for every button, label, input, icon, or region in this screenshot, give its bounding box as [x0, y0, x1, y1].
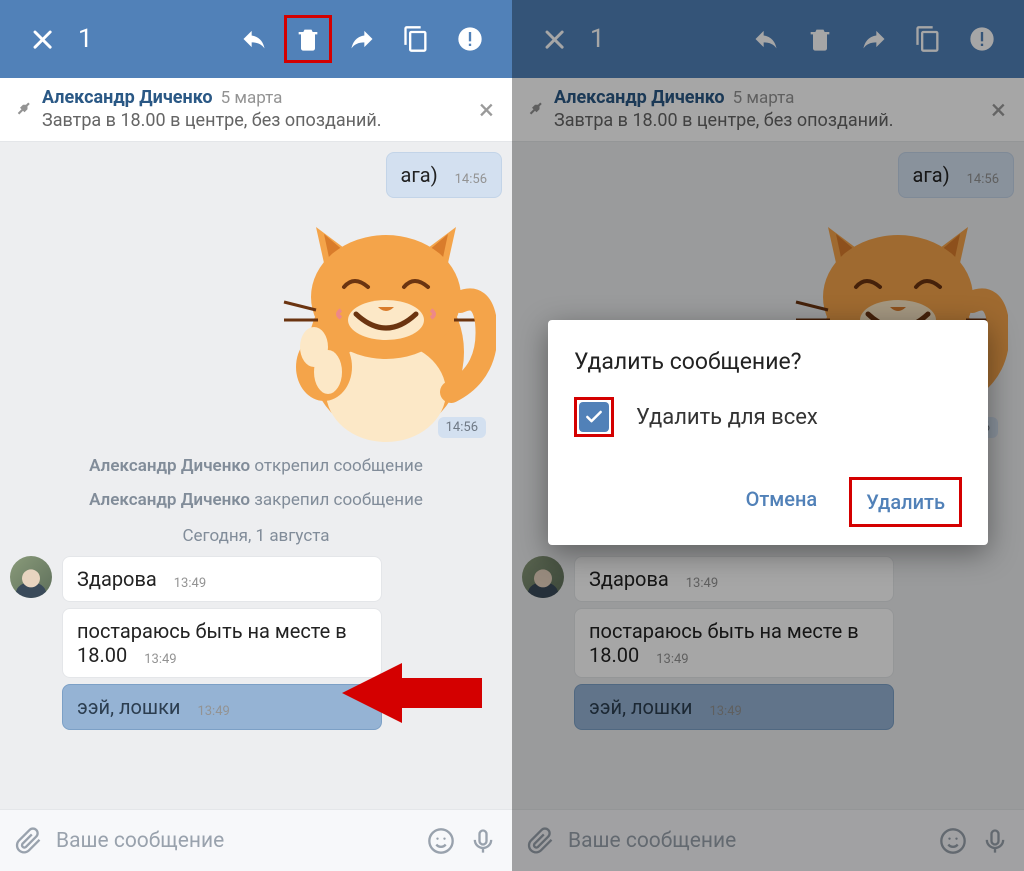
message-text: ээй, лошки — [77, 695, 180, 719]
sticker-time: 14:56 — [438, 417, 486, 438]
message-time: 13:49 — [197, 704, 229, 719]
pinned-author: Александр Диченко — [42, 87, 213, 108]
right-pane: 1 Александр Диченко 5 марта Завтра в 18.… — [512, 0, 1024, 871]
copy-button[interactable] — [392, 15, 440, 63]
cancel-button[interactable]: Отмена — [732, 477, 832, 527]
emoji-button[interactable] — [938, 826, 968, 856]
message-text: постараюсь быть на месте в 18.00 — [589, 619, 859, 667]
checkbox-label: Удалить для всех — [636, 405, 818, 430]
selection-toolbar: 1 — [0, 0, 512, 78]
message-input[interactable]: Ваше сообщение — [568, 829, 926, 853]
message-text: Здарова — [77, 567, 157, 591]
report-button[interactable] — [958, 15, 1006, 63]
emoji-button[interactable] — [426, 826, 456, 856]
message-composer: Ваше сообщение — [0, 809, 512, 871]
message-time: 13:49 — [656, 652, 688, 667]
message-in-selected[interactable]: ээй, лошки 13:49 — [574, 684, 894, 730]
pinned-text: Завтра в 18.00 в центре, без опозданий. — [42, 109, 465, 132]
sticker-message[interactable]: 14:56 — [10, 202, 502, 442]
message-time: 13:49 — [709, 704, 741, 719]
avatar[interactable] — [10, 556, 52, 598]
message-text: Здарова — [589, 567, 669, 591]
forward-button[interactable] — [338, 15, 386, 63]
message-time: 14:56 — [455, 172, 487, 187]
pinned-message[interactable]: Александр Диченко 5 марта Завтра в 18.00… — [512, 78, 1024, 142]
message-time: 13:49 — [686, 576, 718, 591]
unpin-button[interactable]: × — [987, 89, 1010, 130]
message-in[interactable]: постараюсь быть на месте в 18.00 13:49 — [62, 608, 382, 678]
message-time: 14:56 — [967, 172, 999, 187]
close-selection-button[interactable] — [18, 15, 66, 63]
message-text: постараюсь быть на месте в 18.00 — [77, 619, 347, 667]
close-selection-button[interactable] — [530, 15, 578, 63]
incoming-group: Здарова 13:49 постараюсь быть на месте в… — [522, 556, 1014, 730]
message-time: 13:49 — [144, 652, 176, 667]
confirm-delete-button[interactable]: Удалить — [849, 477, 962, 527]
message-in[interactable]: постараюсь быть на месте в 18.00 13:49 — [574, 608, 894, 678]
attach-button[interactable] — [526, 826, 556, 856]
message-composer: Ваше сообщение — [512, 809, 1024, 871]
message-time: 13:49 — [174, 576, 206, 591]
message-text: ага) — [401, 163, 438, 187]
attach-button[interactable] — [14, 826, 44, 856]
checkbox-highlight — [574, 397, 614, 437]
dialog-title: Удалить сообщение? — [574, 348, 962, 375]
pinned-text: Завтра в 18.00 в центре, без опозданий. — [554, 109, 977, 132]
copy-button[interactable] — [904, 15, 952, 63]
voice-button[interactable] — [980, 826, 1010, 856]
pinned-body: Александр Диченко 5 марта Завтра в 18.00… — [554, 86, 977, 133]
message-in[interactable]: Здарова 13:49 — [574, 556, 894, 602]
message-text: ага) — [913, 163, 950, 187]
selection-count: 1 — [78, 24, 93, 54]
forward-button[interactable] — [850, 15, 898, 63]
chat-area[interactable]: ага) 14:56 — [0, 142, 512, 809]
pin-icon — [526, 98, 544, 120]
message-out[interactable]: ага) 14:56 — [10, 152, 502, 198]
reply-button[interactable] — [230, 15, 278, 63]
confirm-delete-dialog: Удалить сообщение? Удалить для всех Отме… — [548, 320, 988, 545]
cat-sticker — [256, 202, 496, 442]
date-separator: Сегодня, 1 августа — [10, 526, 502, 546]
message-input[interactable]: Ваше сообщение — [56, 829, 414, 853]
unpin-button[interactable]: × — [475, 89, 498, 130]
selection-toolbar: 1 — [512, 0, 1024, 78]
pinned-date: 5 марта — [221, 88, 283, 108]
pinned-message[interactable]: Александр Диченко 5 марта Завтра в 18.00… — [0, 78, 512, 142]
message-in[interactable]: Здарова 13:49 — [62, 556, 382, 602]
selection-count: 1 — [590, 24, 605, 54]
delete-button[interactable] — [284, 15, 332, 63]
system-message-unpinned: Александр Диченко открепил сообщение — [10, 456, 502, 476]
voice-button[interactable] — [468, 826, 498, 856]
incoming-group: Здарова 13:49 постараюсь быть на месте в… — [10, 556, 502, 730]
report-button[interactable] — [446, 15, 494, 63]
pinned-body: Александр Диченко 5 марта Завтра в 18.00… — [42, 86, 465, 133]
avatar[interactable] — [522, 556, 564, 598]
pin-icon — [14, 98, 32, 120]
message-text: ээй, лошки — [589, 695, 692, 719]
pinned-date: 5 марта — [733, 88, 795, 108]
message-in-selected[interactable]: ээй, лошки 13:49 — [62, 684, 382, 730]
system-message-pinned: Александр Диченко закрепил сообщение — [10, 490, 502, 510]
pinned-author: Александр Диченко — [554, 87, 725, 108]
message-out[interactable]: ага) 14:56 — [522, 152, 1014, 198]
reply-button[interactable] — [742, 15, 790, 63]
delete-for-all-checkbox[interactable] — [579, 402, 609, 432]
delete-button[interactable] — [796, 15, 844, 63]
left-pane: 1 Александр Диченко 5 марта Завтра в 18.… — [0, 0, 512, 871]
